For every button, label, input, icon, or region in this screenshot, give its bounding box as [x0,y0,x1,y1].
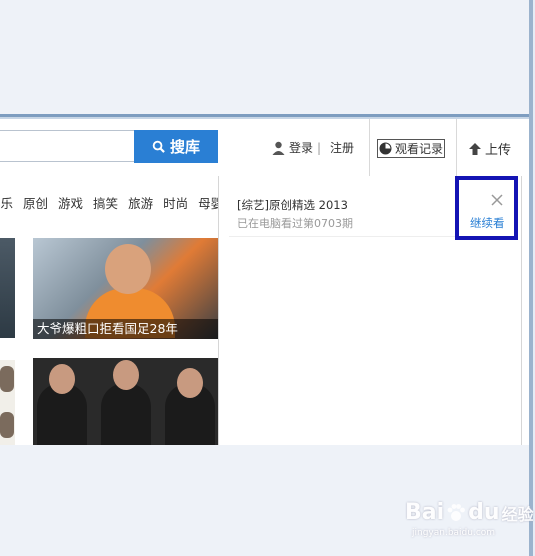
thumbnail-face [177,368,203,398]
category-nav: 娱乐 原创 游戏 搞笑 旅游 时尚 母婴 [0,193,223,212]
nav-item-funny[interactable]: 搞笑 [93,193,118,212]
thumbnail-figure [0,366,14,392]
thumbnail-caption: 大爷爆粗口拒看国足28年 [33,319,218,339]
register-link[interactable]: 注册 [330,139,354,156]
video-thumbnail[interactable]: 大爷爆粗口拒看国足28年 [33,238,218,339]
highlight-box [455,176,518,240]
nav-item-games[interactable]: 游戏 [58,193,83,212]
user-icon [272,141,285,155]
video-thumbnail[interactable] [33,358,218,445]
watermark-brand-cn: 经验 [501,504,534,524]
login-link[interactable]: 登录 | [272,139,321,156]
nav-item-travel[interactable]: 旅游 [128,193,153,212]
header-divider: | [317,140,322,155]
video-thumbnail[interactable] [0,360,15,445]
search-input[interactable] [0,130,134,162]
watermark-logo: Bai du 经验 [405,500,534,525]
thumbnail-figure [101,383,151,445]
watermark-brand: Bai [405,500,445,525]
thumbnail-face [105,244,151,294]
clock-icon [379,142,392,155]
watermark-url: jingyan.baidu.com [412,528,496,538]
login-label: 登录 [289,141,314,155]
desktop-background [0,0,530,116]
paw-icon [447,503,466,521]
upload-label: 上传 [485,143,512,158]
history-item-progress: 已在电脑看过第0703期 [237,217,353,230]
history-label: 观看记录 [395,142,444,156]
thumbnail-face [49,364,75,394]
search-button[interactable]: 搜库 [134,130,218,163]
watermark-brand-suffix: du [468,500,500,525]
video-thumbnail[interactable] [0,238,15,338]
thumbnail-face [113,360,139,390]
thumbnail-figure [0,412,14,438]
upload-arrow-icon [469,142,481,155]
search-button-label: 搜库 [169,138,200,156]
nav-item-fashion[interactable]: 时尚 [163,193,188,212]
nav-item-entertainment[interactable]: 娱乐 [0,193,13,212]
history-item-title[interactable]: [综艺]原创精选 2013 [237,197,348,213]
history-button[interactable]: 观看记录 [377,139,446,158]
nav-item-original[interactable]: 原创 [23,193,48,212]
search-icon [152,140,165,153]
upload-button[interactable]: 上传 [468,139,511,158]
